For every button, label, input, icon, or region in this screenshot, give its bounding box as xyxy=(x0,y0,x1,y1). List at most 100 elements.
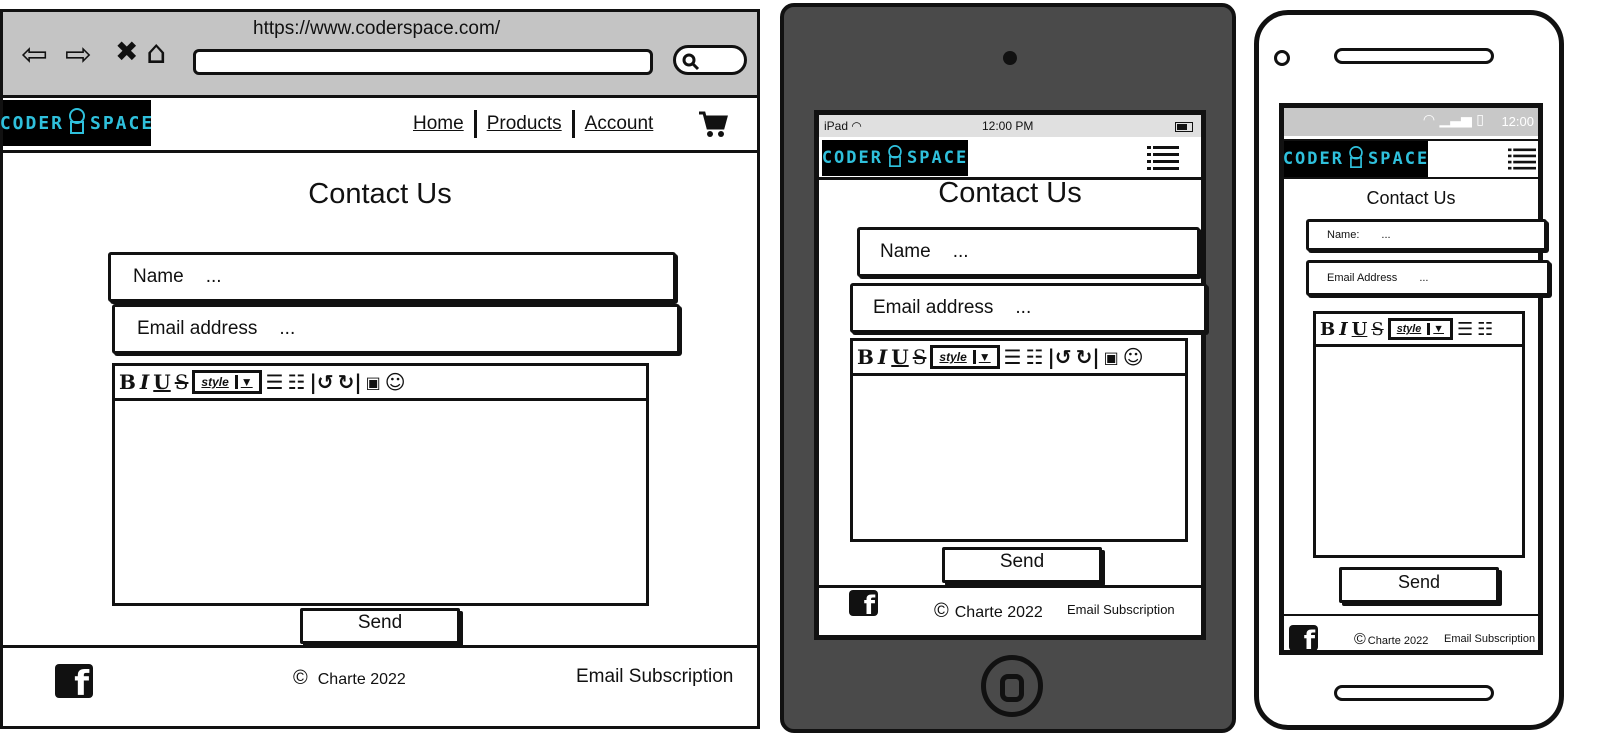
close-icon[interactable]: ✖ xyxy=(115,38,138,66)
send-button[interactable]: Send xyxy=(300,608,460,644)
underline-button[interactable]: U xyxy=(153,370,170,394)
device-label: iPad ◠ xyxy=(824,119,862,133)
home-icon[interactable]: ⌂ xyxy=(146,36,166,68)
facebook-icon[interactable]: f xyxy=(849,590,878,616)
wifi-icon: ◠ xyxy=(1422,112,1436,128)
editor-toolbar: B I U S style ▼ ☰ ☷ xyxy=(1316,314,1522,347)
style-dropdown[interactable]: style ▼ xyxy=(192,370,262,394)
hamburger-menu-icon[interactable] xyxy=(1508,147,1536,176)
message-editor[interactable]: B I U S style ▼ ☰ ☷ xyxy=(1313,311,1525,558)
bullet-list-icon[interactable]: ☰ xyxy=(1004,345,1022,369)
undo-icon[interactable]: |↺ xyxy=(1048,345,1072,369)
logo-text-right: SPACE xyxy=(907,148,969,168)
email-subscription-link[interactable]: Email Subscription xyxy=(1067,602,1175,617)
numbered-list-icon[interactable]: ☷ xyxy=(1026,345,1044,369)
logo-text-right: SPACE xyxy=(90,112,155,134)
back-arrow-icon[interactable]: ⇦ xyxy=(21,38,48,70)
url-text: https://www.coderspace.com/ xyxy=(253,18,501,39)
bold-button[interactable]: B xyxy=(1320,319,1335,340)
bullet-list-icon[interactable]: ☰ xyxy=(266,370,284,394)
bullet-list-icon[interactable]: ☰ xyxy=(1457,319,1473,340)
name-placeholder: ... xyxy=(1381,229,1391,241)
hamburger-menu-icon[interactable] xyxy=(1147,145,1179,176)
battery-icon: ▯ xyxy=(1476,112,1484,128)
italic-button[interactable]: I xyxy=(140,370,149,394)
status-bar: ◠ ▁▃▅ ▯ 12:00 xyxy=(1284,108,1538,136)
facebook-icon[interactable]: f xyxy=(55,664,93,698)
nav-products-link[interactable]: Products xyxy=(477,113,572,135)
camera-dot xyxy=(1274,50,1290,66)
email-label: Email Address xyxy=(1327,272,1398,284)
battery-icon xyxy=(1175,122,1193,132)
style-label: style xyxy=(1396,323,1422,335)
address-bar[interactable] xyxy=(193,49,653,75)
facebook-icon[interactable]: f xyxy=(1289,625,1318,651)
style-label: style xyxy=(939,350,967,364)
nav-home-link[interactable]: Home xyxy=(403,113,474,135)
bottom-speaker-slot xyxy=(1334,685,1494,701)
email-placeholder: ... xyxy=(1015,297,1032,318)
send-button[interactable]: Send xyxy=(1339,567,1499,603)
redo-icon[interactable]: ↻| xyxy=(338,370,362,394)
image-icon[interactable]: ▣ xyxy=(366,373,381,392)
underline-button[interactable]: U xyxy=(891,345,908,369)
site-logo[interactable]: CODER SPACE xyxy=(0,100,155,146)
signal-icon: ▁▃▅ xyxy=(1439,112,1472,128)
site-logo[interactable]: CODER SPACE xyxy=(1283,141,1430,177)
bold-button[interactable]: B xyxy=(857,345,874,369)
send-button[interactable]: Send xyxy=(942,547,1102,583)
chevron-down-icon: ▼ xyxy=(972,350,991,364)
camera-dot xyxy=(1003,51,1017,65)
copyright-text: © Charte 2022 xyxy=(293,667,406,690)
nav-account-link[interactable]: Account xyxy=(575,113,664,135)
email-label: Email address xyxy=(873,297,994,318)
strikethrough-button[interactable]: S xyxy=(913,345,927,369)
underline-button[interactable]: U xyxy=(1352,319,1368,340)
style-label: style xyxy=(201,375,229,389)
emoji-icon[interactable]: ☺ xyxy=(1123,345,1144,369)
message-editor[interactable]: B I U S style ▼ ☰ ☷ |↺ ↻| ▣ ☺ xyxy=(112,363,649,606)
page-title: Contact Us xyxy=(938,177,1082,209)
numbered-list-icon[interactable]: ☷ xyxy=(288,370,306,394)
style-dropdown[interactable]: style ▼ xyxy=(930,345,1000,369)
strikethrough-button[interactable]: S xyxy=(175,370,189,394)
browser-chrome: ⇦ ⇨ ✖ ⌂ https://www.coderspace.com/ xyxy=(3,12,757,98)
emoji-icon[interactable]: ☺ xyxy=(385,370,406,394)
italic-button[interactable]: I xyxy=(878,345,887,369)
search-button[interactable] xyxy=(673,45,747,75)
copyright-text: © Charte 2022 xyxy=(934,600,1043,623)
footer-divider xyxy=(819,585,1201,588)
redo-icon[interactable]: ↻| xyxy=(1076,345,1100,369)
page-title: Contact Us xyxy=(1366,188,1456,208)
name-field[interactable]: Name: ... xyxy=(1306,219,1547,251)
header-divider xyxy=(3,150,757,153)
cart-icon[interactable] xyxy=(698,110,728,143)
email-subscription-link[interactable]: Email Subscription xyxy=(1444,633,1535,645)
page-title: Contact Us xyxy=(308,178,452,210)
italic-button[interactable]: I xyxy=(1339,319,1347,340)
logo-text-right: SPACE xyxy=(1368,149,1430,169)
email-field[interactable]: Email address ... xyxy=(112,304,680,354)
forward-arrow-icon[interactable]: ⇨ xyxy=(65,38,92,70)
tablet-screen: iPad ◠ 12:00 PM CODER SPACE Contact Us N… xyxy=(814,110,1207,640)
email-field[interactable]: Email Address ... xyxy=(1306,260,1550,296)
name-label: Name xyxy=(133,266,184,287)
bold-button[interactable]: B xyxy=(119,370,136,394)
style-dropdown[interactable]: style ▼ xyxy=(1387,318,1453,340)
email-subscription-link[interactable]: Email Subscription xyxy=(576,666,733,688)
numbered-list-icon[interactable]: ☷ xyxy=(1477,319,1493,340)
strikethrough-button[interactable]: S xyxy=(1371,319,1383,340)
site-logo[interactable]: CODER SPACE xyxy=(822,140,968,176)
signal-icons: ◠ ▁▃▅ ▯ xyxy=(1423,112,1484,128)
editor-toolbar: B I U S style ▼ ☰ ☷ |↺ ↻| ▣ ☺ xyxy=(853,341,1185,376)
name-placeholder: ... xyxy=(952,241,969,262)
email-field[interactable]: Email address ... xyxy=(850,283,1207,333)
home-button[interactable] xyxy=(981,655,1043,717)
name-label: Name xyxy=(880,241,931,262)
header-divider xyxy=(1284,177,1538,179)
name-field[interactable]: Name ... xyxy=(108,252,676,302)
message-editor[interactable]: B I U S style ▼ ☰ ☷ |↺ ↻| ▣ ☺ xyxy=(850,338,1188,542)
name-field[interactable]: Name ... xyxy=(857,227,1200,277)
image-icon[interactable]: ▣ xyxy=(1104,348,1119,367)
undo-icon[interactable]: |↺ xyxy=(310,370,334,394)
